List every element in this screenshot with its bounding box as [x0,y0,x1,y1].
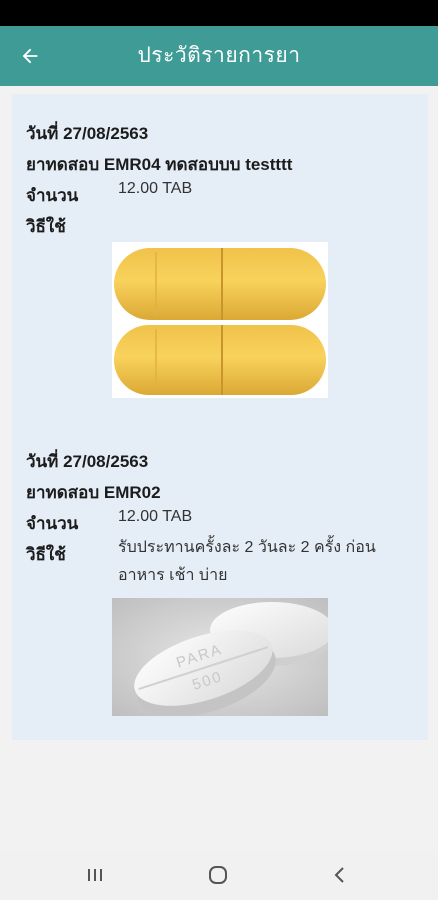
page-title: ประวัติรายการยา [137,44,301,67]
amount-value: 12.00 TAB [118,508,193,525]
recent-apps-button[interactable] [75,860,115,890]
record-date: วันที่ 27/08/2563 [26,124,149,143]
home-icon [209,866,227,884]
usage-label: วิธีใช้ [26,545,66,564]
amount-value: 12.00 TAB [118,180,193,197]
app-bar: ประวัติรายการยา [0,26,438,86]
medication-record-card[interactable]: วันที่ 27/08/2563 ยาทดสอบ EMR04 ทดสอบบบ … [12,94,428,430]
usage-label: วิธีใช้ [26,217,66,236]
drug-name: ยาทดสอบ EMR02 [26,483,161,502]
yellow-capsule-image [112,242,328,398]
amount-label: จำนวน [26,186,79,205]
medication-history-list[interactable]: วันที่ 27/08/2563 ยาทดสอบ EMR04 ทดสอบบบ … [0,86,438,850]
white-tablet-image: PARA 500 [112,598,328,716]
home-button[interactable] [198,860,238,890]
system-back-button[interactable] [320,860,360,890]
amount-label: จำนวน [26,514,79,533]
system-back-icon [334,867,344,883]
system-navigation-bar [0,850,438,900]
medication-record-card[interactable]: วันที่ 27/08/2563 ยาทดสอบ EMR02 จำนวน 12… [12,430,428,740]
drug-name: ยาทดสอบ EMR04 ทดสอบบบ testttt [26,155,293,174]
recent-apps-icon [88,869,102,881]
usage-value: รับประทานครั้งละ 2 วันละ 2 ครั้ง ก่อนอาห… [118,539,376,584]
record-date: วันที่ 27/08/2563 [26,452,149,471]
status-bar [0,0,438,26]
